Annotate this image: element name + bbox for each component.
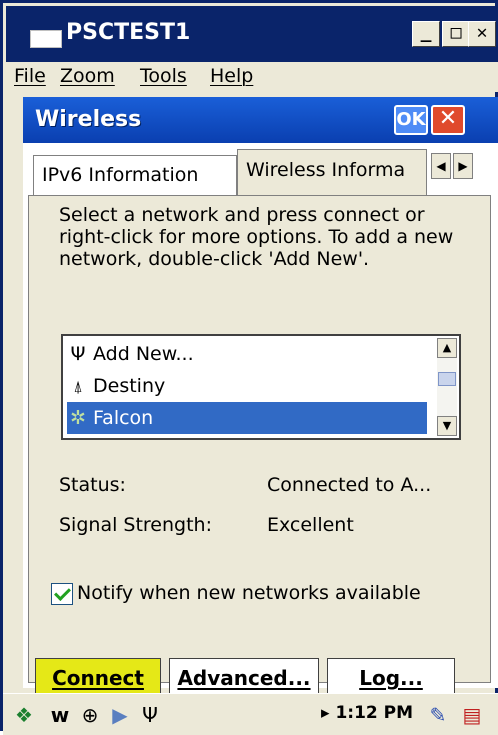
scroll-thumb[interactable] [438, 372, 456, 386]
status-label: Status: [59, 474, 126, 496]
window-title-bar: PSCTEST1 _ □ ✕ [6, 6, 498, 62]
signal-strength-label: Signal Strength: [59, 514, 212, 536]
maximize-button[interactable]: □ [442, 21, 470, 47]
network-label: Add New... [93, 343, 194, 365]
dialog-body: IPv6 Information Wireless Informa ◀ ▶ Se… [23, 143, 498, 698]
app-icon [30, 30, 62, 48]
connect-button-label: Connect [52, 666, 144, 690]
minimize-button[interactable]: _ [412, 21, 440, 47]
advanced-button-label: Advanced... [177, 666, 311, 690]
notify-row[interactable]: Notify when new networks available [51, 582, 421, 605]
list-item[interactable]: Ψ Add New... [67, 338, 427, 370]
menu-bar: File Zoom Tools Help [6, 62, 498, 92]
network-status-icon[interactable]: ▶ [107, 702, 133, 728]
antenna-icon: Ψ [70, 343, 86, 365]
scroll-down-arrow-icon[interactable]: ▼ [437, 416, 457, 436]
scroll-up-arrow-icon[interactable]: ▲ [437, 338, 457, 358]
network-label: Destiny [93, 375, 166, 397]
list-scrollbar[interactable]: ▲ ▼ [437, 338, 457, 436]
window-title: PSCTEST1 [66, 20, 191, 45]
access-point-icon: ⍋ [73, 377, 83, 396]
menu-zoom[interactable]: Zoom [60, 65, 115, 87]
dialog-close-button[interactable]: ✕ [431, 105, 465, 135]
ok-button[interactable]: OK [394, 105, 428, 135]
menu-help[interactable]: Help [210, 65, 253, 87]
start-icon[interactable]: ❖ [11, 702, 37, 728]
dialog-header: Wireless OK ✕ [23, 97, 498, 143]
status-value: Connected to A... [267, 474, 432, 496]
tab-scroll-right-button[interactable]: ▶ [453, 153, 473, 179]
dialog-title: Wireless [35, 107, 142, 132]
instructions-text: Select a network and press connect or ri… [59, 204, 454, 270]
tab-ipv6-information[interactable]: IPv6 Information [33, 155, 237, 195]
notify-label: Notify when new networks available [77, 582, 421, 604]
app-window: PSCTEST1 _ □ ✕ File Zoom Tools Help Wire… [0, 0, 498, 735]
tab-scroll-left-button[interactable]: ◀ [431, 153, 451, 179]
tab-wireless-information[interactable]: Wireless Informa [237, 149, 427, 195]
connected-network-icon: ✲ [70, 407, 86, 429]
tab-strip: IPv6 Information Wireless Informa ◀ ▶ [23, 143, 498, 195]
w-icon[interactable]: w [47, 702, 73, 728]
input-panel-icon[interactable]: ✎ [425, 702, 451, 728]
clock-text: 1:12 PM [335, 703, 414, 723]
clock[interactable]: ▸ 1:12 PM [321, 703, 413, 723]
globe-icon[interactable]: ⊕ [77, 702, 103, 728]
taskbar: ❖ w ⊕ ▶ Ψ ▸ 1:12 PM ✎ ▤ [3, 693, 498, 735]
wireless-information-panel: Select a network and press connect or ri… [28, 195, 491, 698]
menu-file[interactable]: File [14, 65, 46, 87]
advanced-button[interactable]: Advanced... [169, 658, 319, 698]
antenna-tray-icon[interactable]: Ψ [137, 702, 163, 728]
log-button-label: Log... [359, 666, 423, 690]
list-item-selected[interactable]: ✲ Falcon [67, 402, 427, 434]
notify-checkbox[interactable] [51, 582, 73, 605]
windows-switch-icon[interactable]: ▤ [459, 702, 485, 728]
connect-button[interactable]: Connect [35, 658, 161, 698]
signal-strength-value: Excellent [267, 514, 354, 536]
list-item[interactable]: ⍋ Destiny [67, 370, 427, 402]
close-window-button[interactable]: ✕ [468, 21, 496, 47]
network-label: Falcon [93, 407, 154, 429]
network-list[interactable]: Ψ Add New... ⍋ Destiny ✲ Falcon ▲ ▼ [61, 334, 461, 440]
menu-tools[interactable]: Tools [140, 65, 187, 87]
log-button[interactable]: Log... [327, 658, 455, 698]
